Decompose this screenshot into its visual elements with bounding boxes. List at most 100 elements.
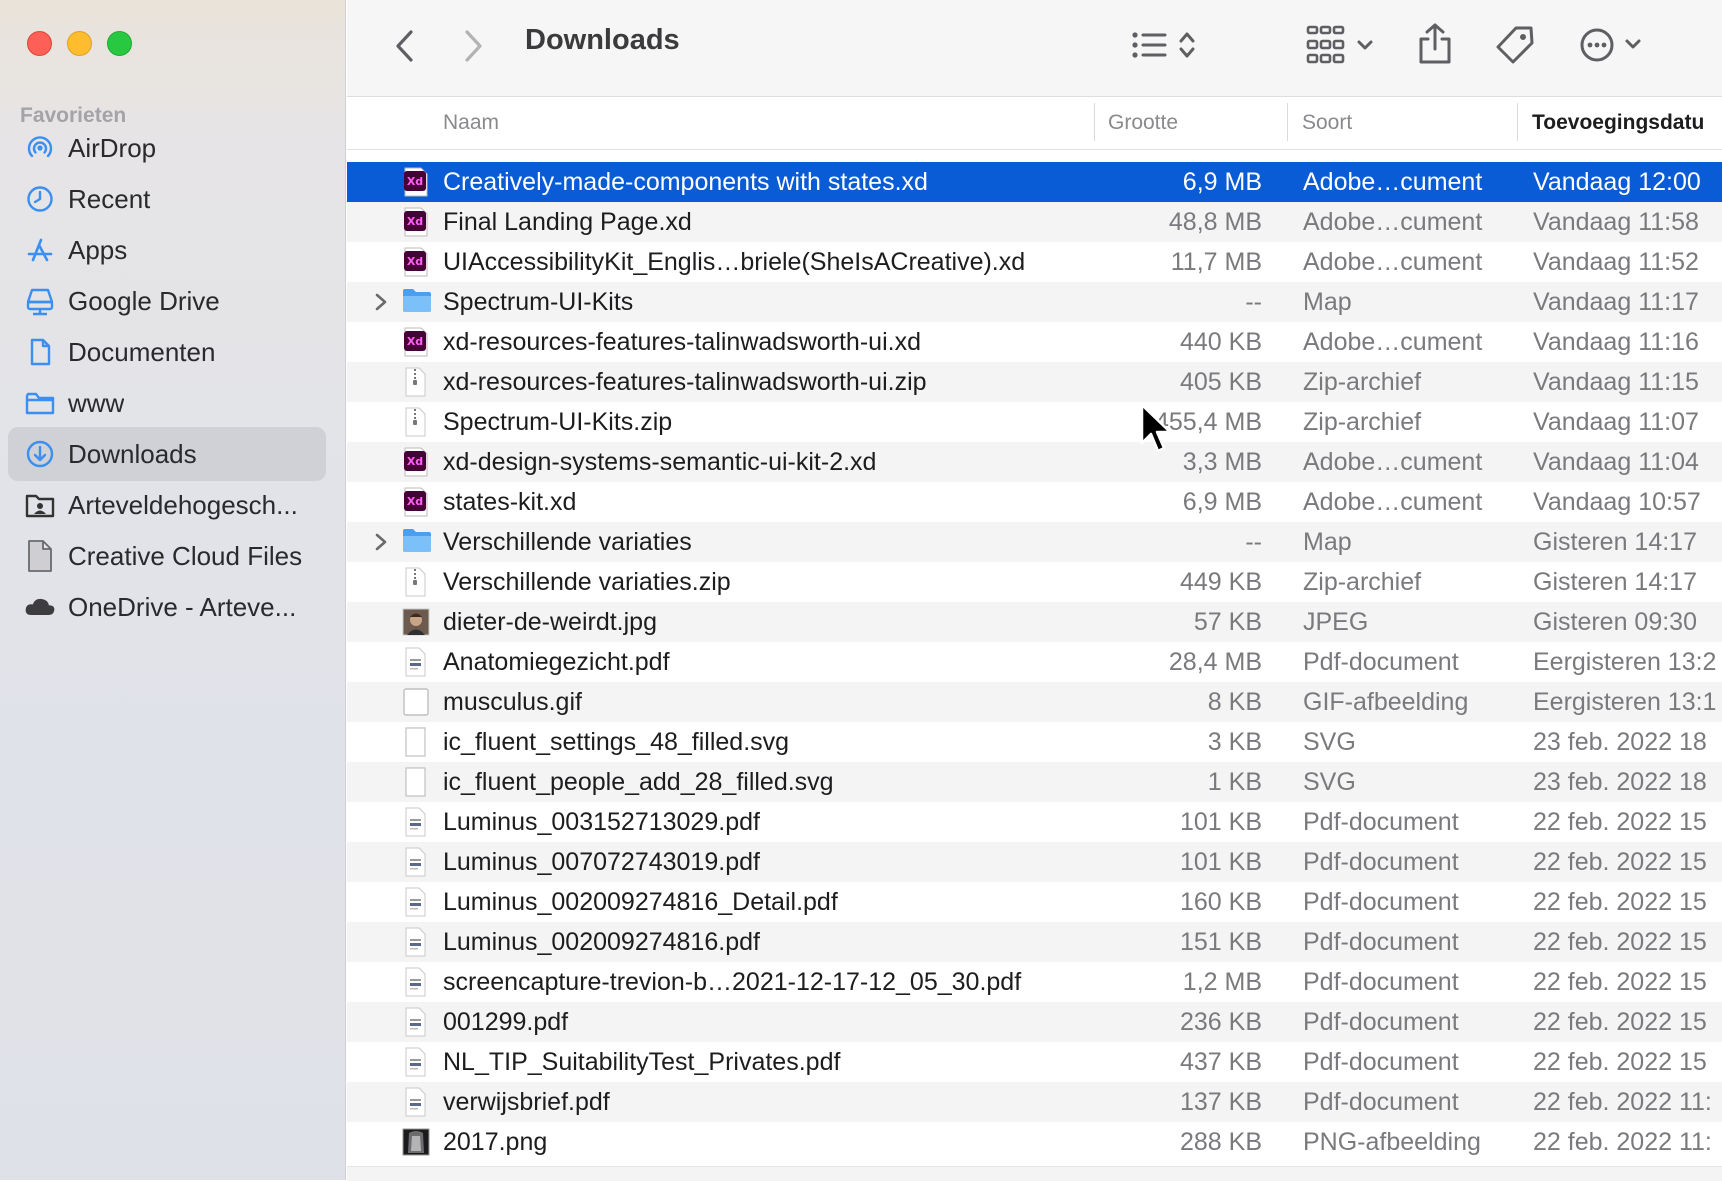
sidebar-item-onedrive-arteve[interactable]: OneDrive - Arteve... <box>8 580 326 634</box>
column-divider[interactable] <box>1517 103 1518 141</box>
share-button[interactable] <box>1415 20 1455 68</box>
sidebar-item-apps[interactable]: Apps <box>8 223 326 277</box>
file-date-added: 23 feb. 2022 18 <box>1533 728 1707 756</box>
group-button[interactable] <box>1305 22 1381 68</box>
file-date-added: 22 feb. 2022 15 <box>1533 848 1707 876</box>
file-kind: SVG <box>1303 728 1356 756</box>
pdf-file-icon <box>402 1087 430 1117</box>
file-size: -- <box>1245 528 1262 556</box>
file-date-added: 22 feb. 2022 15 <box>1533 1048 1707 1076</box>
sidebar-item-airdrop[interactable]: AirDrop <box>8 121 326 175</box>
column-kind[interactable]: Soort <box>1302 111 1352 135</box>
file-row[interactable]: Verschillende variaties -- Map Gisteren 14:… <box>347 522 1722 562</box>
file-size: 11,7 MB <box>1170 248 1262 276</box>
file-row[interactable]: Xd Creatively-made-components with states… <box>347 162 1722 202</box>
minimize-window-button[interactable] <box>67 31 92 56</box>
folder-icon <box>402 287 431 317</box>
sidebar-item-label: Recent <box>68 183 151 214</box>
file-name: Verschillende variaties.zip <box>443 568 731 596</box>
sidebar-item-downloads[interactable]: Downloads <box>8 427 326 481</box>
more-actions-button[interactable] <box>1579 24 1649 66</box>
list-view-icon <box>1132 32 1195 58</box>
file-size: -- <box>1245 288 1262 316</box>
document-icon <box>24 336 56 368</box>
column-size[interactable]: Grootte <box>1108 111 1178 135</box>
file-row[interactable]: verwijsbrief.pdf 137 KB Pdf-document 22 feb… <box>347 1082 1722 1122</box>
sidebar-item-creative-cloud-files[interactable]: Creative Cloud Files <box>8 529 326 583</box>
file-kind: Pdf-document <box>1303 1008 1459 1036</box>
column-divider[interactable] <box>1287 103 1288 141</box>
file-row[interactable]: 001299.pdf 236 KB Pdf-document 22 feb. 2022… <box>347 1002 1722 1042</box>
file-row[interactable]: screencapture-trevion-b…2021-12-17-12_05… <box>347 962 1722 1002</box>
forward-button[interactable] <box>455 26 491 66</box>
file-size: 3 KB <box>1207 728 1262 756</box>
file-date-added: Vandaag 12:00 <box>1533 168 1701 196</box>
disclosure-triangle-icon[interactable] <box>371 531 391 553</box>
file-row[interactable]: Xd Final Landing Page.xd 48,8 MB Adobe…cume… <box>347 202 1722 242</box>
file-row[interactable]: Xd UIAccessibilityKit_Englis…briele(SheIs… <box>347 242 1722 282</box>
file-kind: Map <box>1303 528 1352 556</box>
column-name[interactable]: Naam <box>443 111 499 135</box>
file-row[interactable]: Xd states-kit.xd 6,9 MB Adobe…cument Vandaag… <box>347 482 1722 522</box>
file-name: Luminus_003152713029.pdf <box>443 808 760 836</box>
disclosure-triangle-icon[interactable] <box>371 291 391 313</box>
file-row[interactable]: Spectrum-UI-Kits.zip 455,4 MB Zip-archief V… <box>347 402 1722 442</box>
file-name: NL_TIP_SuitabilityTest_Privates.pdf <box>443 1048 841 1076</box>
column-divider[interactable] <box>1094 103 1095 141</box>
view-options-button[interactable] <box>1127 24 1207 66</box>
list-footer <box>347 1166 1722 1181</box>
file-name: Verschillende variaties <box>443 528 692 556</box>
file-name: screencapture-trevion-b…2021-12-17-12_05… <box>443 968 1022 996</box>
file-kind: Adobe…cument <box>1303 248 1483 276</box>
sidebar-item-www[interactable]: www <box>8 376 326 430</box>
maximize-window-button[interactable] <box>107 31 132 56</box>
sidebar-item-label: Documenten <box>68 336 216 367</box>
file-row[interactable]: Luminus_003152713029.pdf 101 KB Pdf-docume… <box>347 802 1722 842</box>
file-row[interactable]: Xd xd-resources-features-talinwadsworth-u… <box>347 322 1722 362</box>
file-name: xd-resources-features-talinwadsworth-ui.… <box>443 368 927 396</box>
file-name: Luminus_007072743019.pdf <box>443 848 760 876</box>
file-row[interactable]: Luminus_002009274816.pdf 151 KB Pdf-docume… <box>347 922 1722 962</box>
file-name: 2017.png <box>443 1128 548 1156</box>
clock-icon <box>24 183 56 215</box>
file-row[interactable]: 2017.png 288 KB PNG-afbeelding 22 feb. 2022… <box>347 1122 1722 1162</box>
file-date-added: Vandaag 11:17 <box>1533 288 1699 316</box>
file-row[interactable]: Verschillende variaties.zip 449 KB Zip-arc… <box>347 562 1722 602</box>
file-kind: Adobe…cument <box>1303 328 1483 356</box>
file-name: Spectrum-UI-Kits <box>443 288 634 316</box>
close-window-button[interactable] <box>27 31 52 56</box>
sidebar-item-label: Downloads <box>68 438 197 469</box>
file-row[interactable]: ic_fluent_people_add_28_filled.svg 1 KB SV… <box>347 762 1722 802</box>
apps-icon <box>24 234 56 266</box>
chevron-left-icon <box>396 30 413 62</box>
photo-thumbnail-icon <box>402 607 430 637</box>
file-row[interactable]: Xd xd-design-systems-semantic-ui-kit-2.xd… <box>347 442 1722 482</box>
file-row[interactable]: Luminus_007072743019.pdf 101 KB Pdf-docume… <box>347 842 1722 882</box>
file-row[interactable]: Luminus_002009274816_Detail.pdf 160 KB Pdf… <box>347 882 1722 922</box>
file-row[interactable]: Anatomiegezicht.pdf 28,4 MB Pdf-document Ee… <box>347 642 1722 682</box>
file-name: xd-design-systems-semantic-ui-kit-2.xd <box>443 448 877 476</box>
drive-icon <box>24 285 56 317</box>
column-date-added[interactable]: Toevoegingsdatu <box>1532 111 1704 135</box>
file-row[interactable]: Spectrum-UI-Kits -- Map Vandaag 11:17 <box>347 282 1722 322</box>
mouse-cursor <box>1140 403 1174 460</box>
file-kind: Pdf-document <box>1303 888 1459 916</box>
back-button[interactable] <box>387 26 423 66</box>
file-kind: Pdf-document <box>1303 968 1459 996</box>
file-kind: Zip-archief <box>1303 568 1422 596</box>
file-row[interactable]: musculus.gif 8 KB GIF-afbeelding Eergistere… <box>347 682 1722 722</box>
file-date-added: 22 feb. 2022 11: <box>1533 1088 1712 1116</box>
file-row[interactable]: dieter-de-weirdt.jpg 57 KB JPEG Gisteren 09… <box>347 602 1722 642</box>
sidebar: Favorieten AirDrop Recent Apps Google Drive… <box>0 0 346 1180</box>
sidebar-item-google-drive[interactable]: Google Drive <box>8 274 326 328</box>
file-row[interactable]: xd-resources-features-talinwadsworth-ui.… <box>347 362 1722 402</box>
file-row[interactable]: ic_fluent_settings_48_filled.svg 3 KB SVG 2… <box>347 722 1722 762</box>
tags-button[interactable] <box>1493 22 1537 68</box>
file-date-added: Eergisteren 13:2 <box>1533 648 1717 676</box>
sidebar-item-documenten[interactable]: Documenten <box>8 325 326 379</box>
sidebar-item-arteveldehogesch[interactable]: Arteveldehogesch... <box>8 478 326 532</box>
file-date-added: Vandaag 11:04 <box>1533 448 1699 476</box>
sidebar-item-recent[interactable]: Recent <box>8 172 326 226</box>
file-date-added: 23 feb. 2022 18 <box>1533 768 1707 796</box>
file-row[interactable]: NL_TIP_SuitabilityTest_Privates.pdf 437 K… <box>347 1042 1722 1082</box>
